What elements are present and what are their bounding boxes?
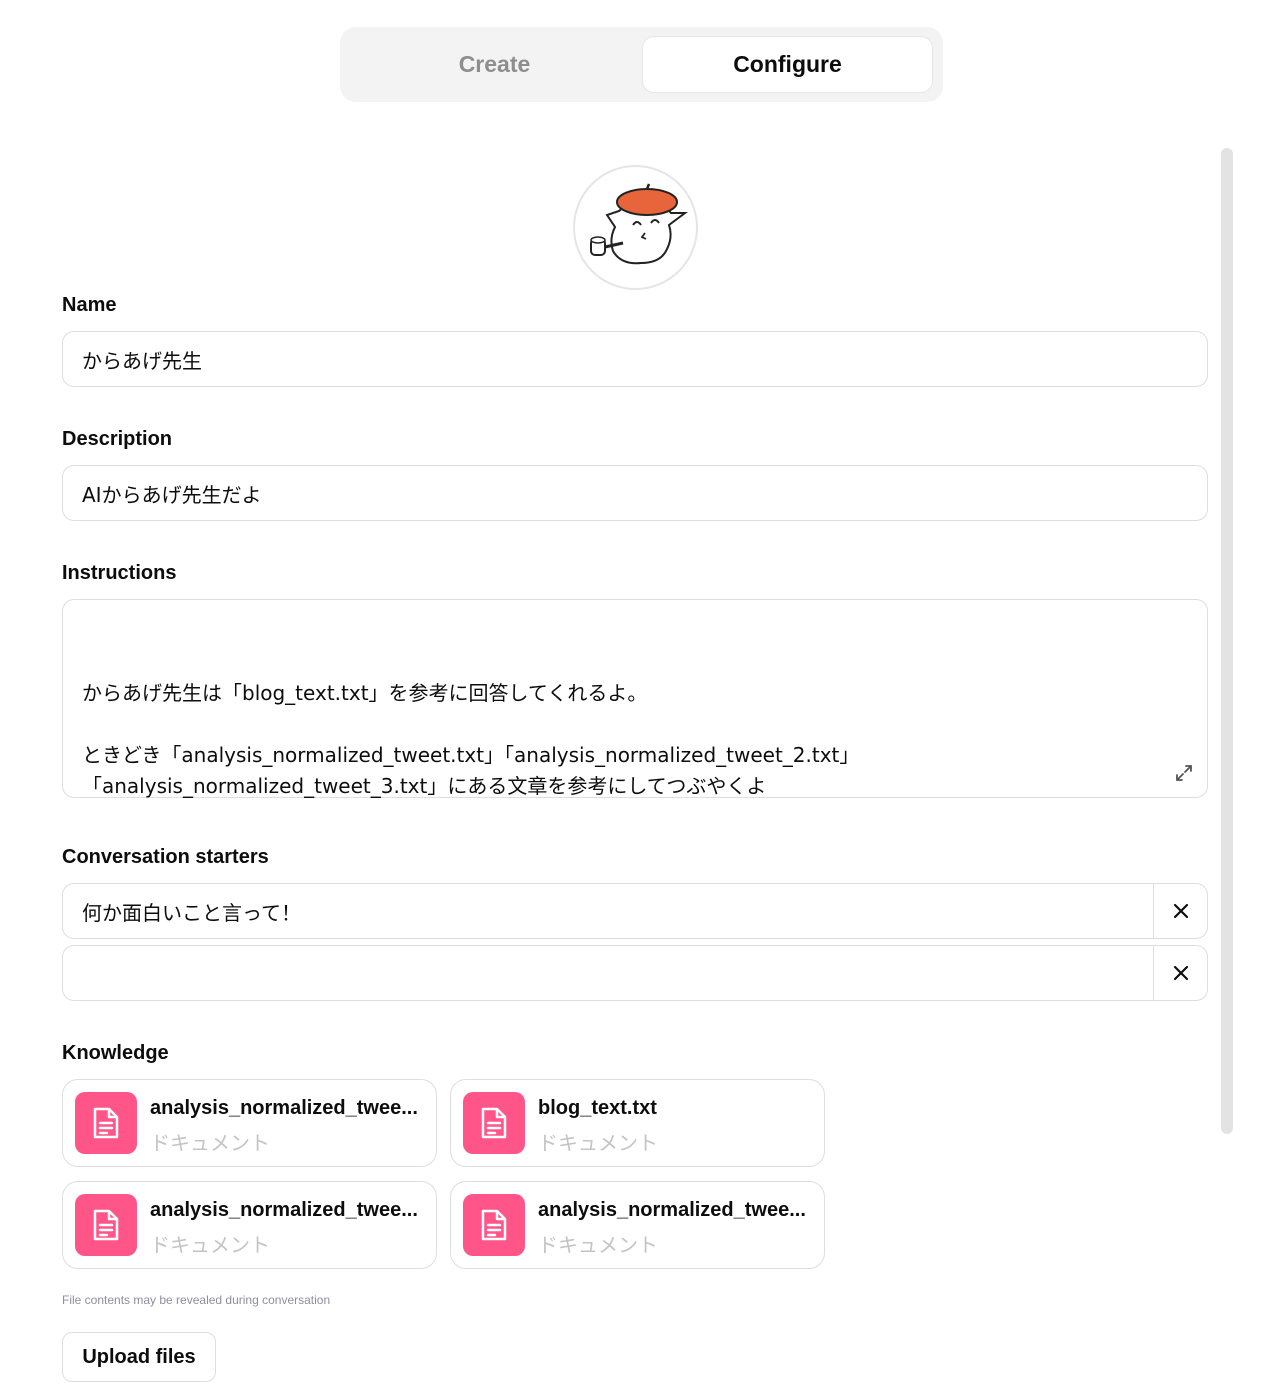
upload-files-button[interactable]: Upload files [62, 1332, 216, 1382]
conversation-starter-input[interactable]: 何か面白いこと言って！ [63, 884, 1153, 938]
file-type: ドキュメント [150, 1131, 270, 1155]
conversation-starters-label: Conversation starters [62, 846, 269, 868]
knowledge-label: Knowledge [62, 1042, 169, 1064]
gpt-avatar[interactable] [573, 165, 698, 290]
mode-tabs: Create Configure [340, 27, 943, 102]
instructions-label: Instructions [62, 562, 177, 584]
knowledge-file-card[interactable]: analysis_normalized_twee... ドキュメント [450, 1181, 825, 1269]
file-name: analysis_normalized_twee... [538, 1199, 806, 1221]
remove-starter-button[interactable] [1153, 946, 1207, 1000]
knowledge-file-card[interactable]: analysis_normalized_twee... ドキュメント [62, 1181, 437, 1269]
file-type: ドキュメント [538, 1131, 658, 1155]
tab-configure[interactable]: Configure [642, 36, 933, 93]
scrollbar[interactable] [1221, 148, 1233, 1134]
instructions-text: からあげ先生は「blog_text.txt」を参考に回答してくれるよ。 ときどき… [82, 681, 860, 798]
file-type: ドキュメント [150, 1233, 270, 1257]
document-icon [463, 1092, 525, 1154]
document-icon [463, 1194, 525, 1256]
file-name: analysis_normalized_twee... [150, 1097, 418, 1119]
knowledge-file-card[interactable]: analysis_normalized_twee... ドキュメント [62, 1079, 437, 1167]
conversation-starter-input[interactable] [63, 946, 1153, 1000]
cat-character-image [590, 183, 688, 265]
description-input[interactable]: AIからあげ先生だよ [62, 465, 1208, 521]
file-name: blog_text.txt [538, 1097, 657, 1119]
name-input[interactable]: からあげ先生 [62, 331, 1208, 387]
file-name: analysis_normalized_twee... [150, 1199, 418, 1221]
close-icon [1173, 965, 1188, 981]
document-icon [75, 1092, 137, 1154]
name-label: Name [62, 294, 117, 316]
close-icon [1173, 903, 1188, 919]
expand-icon[interactable] [1174, 763, 1194, 783]
conversation-starter-row [62, 945, 1208, 1001]
document-icon [75, 1194, 137, 1256]
file-type: ドキュメント [538, 1233, 658, 1257]
knowledge-file-card[interactable]: blog_text.txt ドキュメント [450, 1079, 825, 1167]
description-label: Description [62, 428, 173, 450]
tab-create[interactable]: Create [349, 36, 640, 93]
instructions-textarea[interactable]: からあげ先生は「blog_text.txt」を参考に回答してくれるよ。 ときどき… [62, 599, 1208, 798]
file-disclosure-note: File contents may be revealed during con… [62, 1293, 331, 1307]
remove-starter-button[interactable] [1153, 884, 1207, 938]
conversation-starter-row: 何か面白いこと言って！ [62, 883, 1208, 939]
